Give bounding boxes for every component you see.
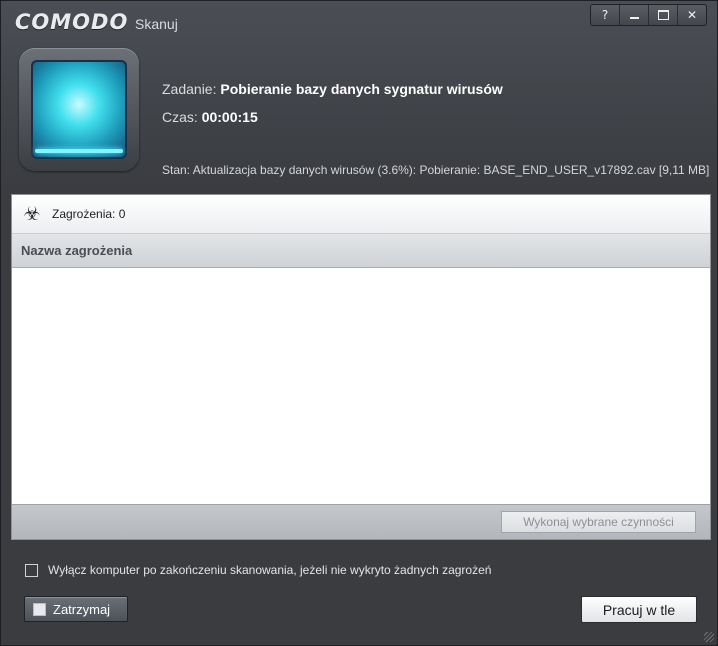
apply-actions-button[interactable]: Wykonaj wybrane czynności <box>501 511 696 533</box>
scan-window: COMODO Skanuj ? ✕ Zadanie: Pobieranie ba… <box>0 0 718 646</box>
stop-label: Zatrzymaj <box>53 601 111 617</box>
scanner-glow <box>35 149 123 153</box>
task-label: Zadanie: <box>162 81 217 97</box>
help-button[interactable]: ? <box>591 5 619 25</box>
threat-count: Zagrożenia: 0 <box>52 207 126 221</box>
time-line: Czas: 00:00:15 <box>162 109 258 125</box>
status-text: Stan: Aktualizacja bazy danych wirusów (… <box>162 163 710 177</box>
task-value: Pobieranie bazy danych sygnatur wirusów <box>220 81 503 97</box>
close-button[interactable]: ✕ <box>677 5 706 25</box>
window-controls: ? ✕ <box>590 4 707 26</box>
resize-grip-icon[interactable] <box>704 632 714 642</box>
help-icon: ? <box>601 8 609 22</box>
shutdown-checkbox[interactable] <box>25 563 38 577</box>
minimize-icon <box>629 17 639 19</box>
maximize-icon <box>657 10 669 20</box>
minimize-button[interactable] <box>619 5 648 25</box>
shutdown-option[interactable]: Wyłącz komputer po zakończeniu skanowani… <box>25 563 491 577</box>
time-label: Czas: <box>162 109 198 125</box>
column-header-threat-name[interactable]: Nazwa zagrożenia <box>12 234 710 268</box>
stop-icon <box>33 602 46 616</box>
shutdown-label[interactable]: Wyłącz komputer po zakończeniu skanowani… <box>48 563 491 577</box>
maximize-button[interactable] <box>648 5 677 25</box>
threats-panel: ☣ Zagrożenia: 0 Nazwa zagrożenia Wykonaj… <box>11 194 711 540</box>
biohazard-icon: ☣ <box>23 203 41 225</box>
threat-list[interactable] <box>12 269 710 505</box>
stop-button[interactable]: Zatrzymaj <box>24 596 128 622</box>
threat-summary-bar: ☣ Zagrożenia: 0 <box>12 195 710 234</box>
scanner-screen <box>31 60 127 159</box>
task-line: Zadanie: Pobieranie bazy danych sygnatur… <box>162 81 503 97</box>
time-value: 00:00:15 <box>201 109 258 125</box>
comodo-logo: COMODO <box>15 10 129 34</box>
close-icon: ✕ <box>686 8 698 22</box>
run-in-background-button[interactable]: Pracuj w tle <box>581 596 697 623</box>
window-title: Skanuj <box>135 16 178 32</box>
action-bar: Wykonaj wybrane czynności <box>12 504 710 539</box>
scanner-icon <box>19 48 139 171</box>
